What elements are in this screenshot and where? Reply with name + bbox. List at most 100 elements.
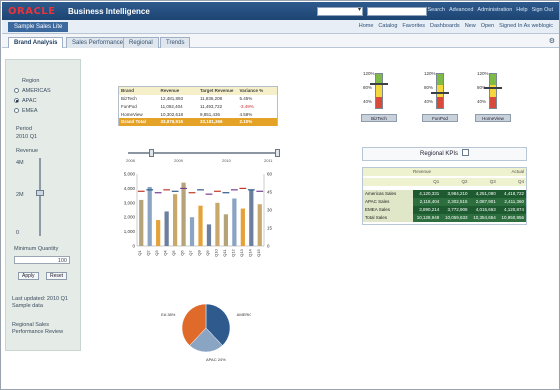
x-tick-label: Q1 xyxy=(137,250,142,256)
scorecard-cell: 4,015,663 xyxy=(475,207,496,212)
region-option-2: APAC xyxy=(22,98,37,104)
bar xyxy=(215,202,220,246)
nav-signed-in[interactable]: Signed In As weblogic xyxy=(499,23,553,29)
nav-dashboards[interactable]: Dashboards xyxy=(430,23,460,29)
pivot-cell: 11,836,208 xyxy=(200,96,223,101)
oracle-logo: ORACLE xyxy=(8,6,56,17)
scorecard-cell: 2,302,515 xyxy=(447,199,468,204)
gauge-tick: 40% xyxy=(477,99,487,104)
nav-home[interactable]: Home xyxy=(359,23,374,29)
pivot-col-brand[interactable]: Brand xyxy=(119,87,159,95)
tab-regional[interactable]: Regional xyxy=(123,37,159,48)
bar xyxy=(139,199,144,246)
nav-open[interactable]: Open xyxy=(481,23,494,29)
pie-label: EMEA 38% xyxy=(161,312,176,317)
scorecard-cell: 10,950,956 xyxy=(501,215,524,220)
region-radio-2[interactable] xyxy=(14,98,19,103)
gauge-label[interactable]: HomeView xyxy=(475,114,511,122)
prompt-panel: Region AMERICAS APAC EMEA Period 2010 Q1… xyxy=(5,59,81,351)
y-tick-right: 30 xyxy=(267,208,273,213)
top-link-help[interactable]: Help xyxy=(516,7,527,13)
scorecard-options-icon[interactable] xyxy=(462,149,470,156)
scorecard-col-header[interactable]: Q4 xyxy=(498,178,526,186)
gauge-label[interactable]: FunPod xyxy=(422,114,458,122)
gauge-tick: 40% xyxy=(424,99,434,104)
pivot-col-variance[interactable]: Variance % xyxy=(238,87,278,95)
region-radio-1[interactable] xyxy=(14,88,19,93)
tab-sales-performance[interactable]: Sales Performance xyxy=(66,37,130,48)
scorecard-cell: 10,128,949 xyxy=(416,215,440,220)
bar xyxy=(257,204,262,246)
bar xyxy=(156,220,161,246)
bar xyxy=(223,214,229,246)
revenue-bar-chart: 5,0004,0003,0002,0001,0000604530150Q1 Q2 Q… xyxy=(124,172,273,257)
pivot-cell: 11,493,722 xyxy=(200,104,223,109)
nav-favorites[interactable]: Favorites xyxy=(402,23,425,29)
search-input[interactable] xyxy=(367,6,427,16)
page-options-icon[interactable]: ⚙ xyxy=(549,37,555,45)
scorecard-col-header[interactable]: Q1 xyxy=(413,178,441,186)
nav-new[interactable]: New xyxy=(465,23,476,29)
region-radio-3[interactable] xyxy=(14,108,19,113)
x-tick-label: Q12 xyxy=(230,248,235,256)
scorecard-sub-header: Actual xyxy=(511,169,524,174)
pivot-cell: 12,481,893 xyxy=(160,96,184,101)
pivot-col-target[interactable]: Target Revenue xyxy=(198,87,238,95)
scorecard-group-header: Revenue xyxy=(413,169,432,174)
scorecard-row-label: Total Sales xyxy=(363,214,413,222)
table-row: BizTech 12,481,893 11,836,208 5.45% xyxy=(119,95,277,103)
apply-button[interactable]: Apply xyxy=(18,272,39,280)
range-tick: 2010 xyxy=(222,158,231,163)
slider-mid-label: 2M xyxy=(16,192,24,198)
top-link-administration[interactable]: Administration xyxy=(477,7,512,13)
revenue-pivot-table: Brand Revenue Target Revenue Variance % … xyxy=(118,86,278,126)
range-tick: 2011 xyxy=(264,158,273,163)
revenue-slider-handle[interactable] xyxy=(36,190,44,196)
pivot-cell: 33,876,915 xyxy=(160,119,184,124)
min-qty-input[interactable]: 100 xyxy=(14,256,70,264)
x-tick-label: Q3 xyxy=(154,250,159,256)
scorecard-col-header[interactable]: Q2 xyxy=(441,178,469,186)
search-scope-select[interactable] xyxy=(317,6,363,16)
x-tick-label: Q11 xyxy=(222,249,227,257)
slider-bottom-label: 0 xyxy=(16,230,20,236)
scorecard-row-label: Americas Sales xyxy=(363,190,413,198)
global-nav: Home Catalog Favorites Dashboards New Op… xyxy=(359,23,553,29)
pivot-cell: BizTech xyxy=(121,96,137,101)
time-range-slider[interactable]: 2008 2009 2010 2011 xyxy=(118,148,283,163)
top-link-advanced[interactable]: Advanced xyxy=(449,7,473,13)
nav-catalog[interactable]: Catalog xyxy=(378,23,397,29)
top-link-search[interactable]: Search xyxy=(428,7,445,13)
bar xyxy=(240,208,245,246)
tab-trends[interactable]: Trends xyxy=(160,37,191,48)
pivot-header-row: Brand Revenue Target Revenue Variance % xyxy=(119,87,277,95)
y-tick-left: 0 xyxy=(132,244,135,249)
dashboard-title: Sample Sales Lite xyxy=(8,22,69,32)
period-label: Period xyxy=(16,126,32,132)
gauge-tick: 120% xyxy=(363,71,375,76)
scorecard-col-header-row: Q1 Q2 Q3 Q4 xyxy=(363,178,526,186)
revenue-slider-label: Revenue xyxy=(16,148,39,154)
pivot-cell: 33,181,366 xyxy=(200,119,223,124)
gauge-label[interactable]: BizTech xyxy=(361,114,397,122)
table-row: Americas Sales 4,120,331 3,984,210 4,251… xyxy=(363,190,526,198)
scorecard-col-header[interactable]: Q3 xyxy=(470,178,498,186)
pivot-cell: 5.45% xyxy=(239,96,253,101)
top-link-signout[interactable]: Sign Out xyxy=(532,7,553,13)
bar xyxy=(232,198,237,246)
period-value[interactable]: 2010 Q1 xyxy=(16,134,37,140)
x-tick-label: Q8 xyxy=(197,250,202,256)
gauge-needle xyxy=(431,91,449,94)
revenue-slider-track[interactable] xyxy=(39,158,41,236)
header-bar: ORACLE Business Intelligence Search Adva… xyxy=(2,2,559,20)
range-start-handle[interactable] xyxy=(149,149,154,157)
pie-label: AMERICAS 38% xyxy=(237,312,251,317)
tab-brand-analysis[interactable]: Brand Analysis xyxy=(8,37,64,48)
range-end-handle[interactable] xyxy=(275,149,280,157)
x-tick-label: Q7 xyxy=(188,250,193,256)
reset-button[interactable]: Reset xyxy=(46,272,68,280)
table-row: FunPod 11,092,404 11,493,722 -3.49% xyxy=(119,103,277,111)
pivot-col-revenue[interactable]: Revenue xyxy=(159,87,199,95)
panel-note-2: Regional Sales Performance Review xyxy=(12,322,64,335)
scorecard-cell: 4,120,874 xyxy=(503,207,524,212)
